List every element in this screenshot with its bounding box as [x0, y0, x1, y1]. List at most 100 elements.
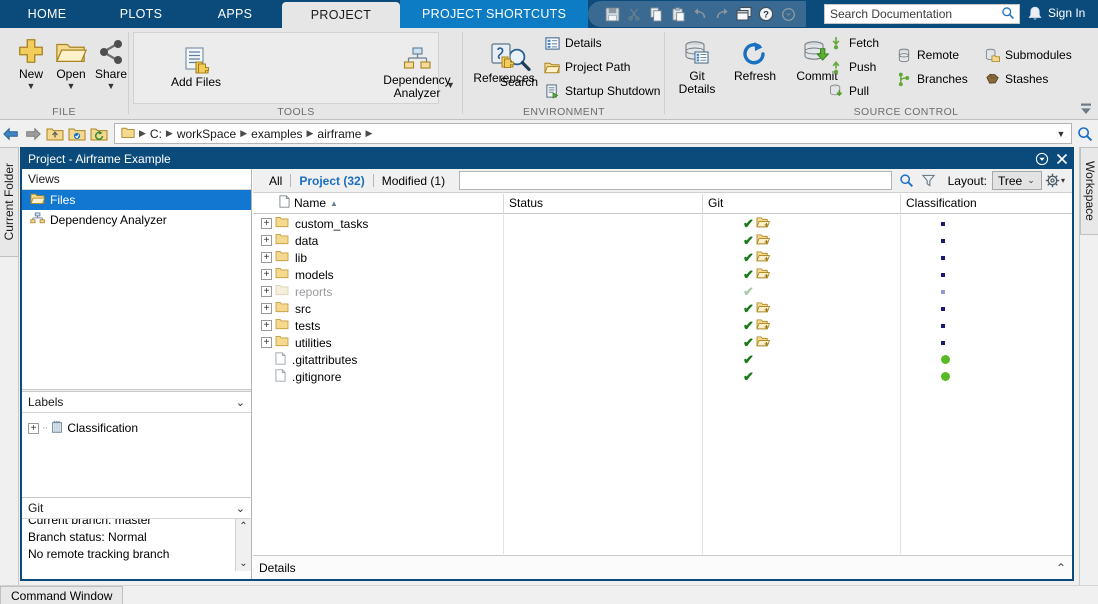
tab-project[interactable]: PROJECT — [282, 2, 400, 28]
file-name-cell[interactable]: src — [275, 300, 311, 317]
path-dropdown-icon[interactable]: ▼ — [1054, 129, 1068, 139]
switch-windows-icon[interactable] — [734, 4, 754, 24]
filter-tab-modified[interactable]: Modified (1) — [374, 174, 453, 188]
details-bar[interactable]: Details ⌃ — [253, 555, 1072, 579]
table-row[interactable]: .gitattributes ✔ — [253, 351, 1072, 368]
remote-button[interactable]: Remote — [896, 47, 959, 63]
branches-button[interactable]: Branches — [896, 71, 968, 87]
pull-button[interactable]: Pull — [828, 83, 869, 99]
startup-shutdown-button[interactable]: Startup Shutdown — [544, 83, 660, 99]
expand-icon[interactable]: + — [261, 269, 272, 280]
breadcrumb-airframe[interactable]: airframe — [314, 127, 364, 141]
chevron-down-icon[interactable]: ⌄ — [236, 502, 245, 515]
breadcrumb-examples[interactable]: examples — [248, 127, 305, 141]
scroll-up-icon[interactable]: ⌃ — [239, 519, 247, 534]
expand-icon[interactable]: + — [261, 235, 272, 246]
browse-folder-icon[interactable] — [66, 123, 88, 145]
add-files-button[interactable]: Add Files — [156, 40, 236, 89]
project-path-button[interactable]: Project Path — [544, 59, 630, 75]
fetch-button[interactable]: Fetch — [828, 35, 879, 51]
help-icon[interactable]: ? — [756, 4, 776, 24]
file-name-cell[interactable]: reports — [275, 283, 332, 300]
label-item-classification[interactable]: + ·· Classification — [22, 418, 251, 438]
expand-icon[interactable]: + — [261, 303, 272, 314]
quick-access-dropdown-icon[interactable] — [778, 4, 798, 24]
submodules-button[interactable]: Submodules — [984, 47, 1072, 63]
save-icon[interactable] — [602, 4, 622, 24]
dependency-analyzer-button[interactable]: Dependency Analyzer — [374, 38, 460, 100]
column-header-status[interactable]: Status — [509, 193, 543, 213]
file-name-cell[interactable]: lib — [275, 249, 307, 266]
share-dropdown-caret[interactable]: ▼ — [107, 82, 116, 90]
tab-project-shortcuts[interactable]: PROJECT SHORTCUTS — [400, 0, 588, 28]
collapse-ribbon-icon[interactable] — [1078, 101, 1094, 117]
git-panel-scrollbar[interactable]: ⌃ ⌄ — [235, 519, 251, 571]
notifications-bell-icon[interactable] — [1026, 5, 1044, 23]
table-row[interactable]: .gitignore ✔ — [253, 368, 1072, 385]
stashes-button[interactable]: Stashes — [984, 71, 1048, 87]
table-row[interactable]: + tests ✔ — [253, 317, 1072, 334]
sidebar-item-dependency-analyzer[interactable]: Dependency Analyzer — [22, 210, 251, 230]
push-button[interactable]: Push — [828, 59, 876, 75]
search-icon[interactable] — [1001, 6, 1015, 23]
search-documentation-input[interactable]: Search Documentation — [824, 4, 1020, 24]
column-header-name[interactable]: Name ▲ — [279, 193, 338, 213]
file-name-cell[interactable]: models — [275, 266, 334, 283]
file-name-cell[interactable]: .gitignore — [275, 368, 341, 385]
files-search-input[interactable] — [459, 171, 892, 190]
table-row[interactable]: + lib ✔ — [253, 249, 1072, 266]
expand-icon[interactable]: + — [28, 423, 39, 434]
file-name-cell[interactable]: custom_tasks — [275, 215, 368, 232]
up-one-level-icon[interactable] — [44, 123, 66, 145]
table-row[interactable]: + models ✔ — [253, 266, 1072, 283]
open-dropdown-caret[interactable]: ▼ — [67, 82, 76, 90]
expand-icon[interactable]: + — [261, 286, 272, 297]
command-window-tab[interactable]: Command Window — [0, 586, 123, 604]
details-button[interactable]: Details — [544, 35, 602, 51]
expand-icon[interactable]: + — [261, 320, 272, 331]
expand-icon[interactable]: + — [261, 337, 272, 348]
tab-plots[interactable]: PLOTS — [94, 0, 188, 28]
chevron-down-icon[interactable]: ⌄ — [1027, 175, 1035, 186]
scroll-down-icon[interactable]: ⌄ — [239, 556, 247, 571]
expand-icon[interactable]: + — [261, 218, 272, 229]
sidebar-item-files[interactable]: Files — [22, 190, 251, 210]
table-row[interactable]: + data ✔ — [253, 232, 1072, 249]
table-row[interactable]: + utilities ✔ — [253, 334, 1072, 351]
breadcrumb-workspace[interactable]: workSpace — [174, 127, 239, 141]
file-name-cell[interactable]: tests — [275, 317, 320, 334]
git-details-button[interactable]: Git Details — [670, 34, 724, 96]
back-arrow-icon[interactable] — [0, 123, 22, 145]
search-icon[interactable] — [896, 171, 918, 191]
path-breadcrumb-bar[interactable]: ▶ C: ▶ workSpace ▶ examples ▶ airframe ▶… — [114, 123, 1072, 144]
references-button[interactable]: References — [468, 36, 540, 85]
refresh-button[interactable]: Refresh — [724, 34, 786, 83]
file-name-cell[interactable]: data — [275, 232, 318, 249]
tab-home[interactable]: HOME — [0, 0, 94, 28]
refresh-folder-icon[interactable] — [88, 123, 110, 145]
filter-funnel-icon[interactable] — [918, 171, 940, 191]
forward-arrow-icon[interactable] — [22, 123, 44, 145]
filter-tab-all[interactable]: All — [261, 174, 290, 188]
tab-apps[interactable]: APPS — [188, 0, 282, 28]
gear-icon[interactable]: ▾ — [1042, 173, 1068, 188]
tools-overflow-caret[interactable]: ▼ — [446, 80, 455, 90]
table-row[interactable]: + reports ✔ — [253, 283, 1072, 300]
file-name-cell[interactable]: utilities — [275, 334, 332, 351]
git-section-header[interactable]: Git ⌄ — [22, 498, 251, 519]
current-folder-tab[interactable]: Current Folder — [0, 147, 19, 257]
column-header-git[interactable]: Git — [708, 193, 723, 213]
filter-tab-project[interactable]: Project (32) — [291, 174, 372, 188]
layout-select[interactable]: Tree ⌄ — [992, 171, 1042, 190]
sign-in-button[interactable]: Sign In — [1048, 6, 1085, 20]
chevron-down-icon[interactable]: ⌄ — [236, 396, 245, 409]
new-dropdown-caret[interactable]: ▼ — [27, 82, 36, 90]
search-icon[interactable] — [1072, 123, 1098, 145]
table-row[interactable]: + custom_tasks ✔ — [253, 215, 1072, 232]
chevron-up-icon[interactable]: ⌃ — [1056, 561, 1066, 575]
table-row[interactable]: + src ✔ — [253, 300, 1072, 317]
file-name-cell[interactable]: .gitattributes — [275, 351, 357, 368]
column-header-classification[interactable]: Classification — [906, 193, 977, 213]
workspace-tab[interactable]: Workspace — [1080, 147, 1098, 235]
breadcrumb-c[interactable]: C: — [147, 127, 165, 141]
